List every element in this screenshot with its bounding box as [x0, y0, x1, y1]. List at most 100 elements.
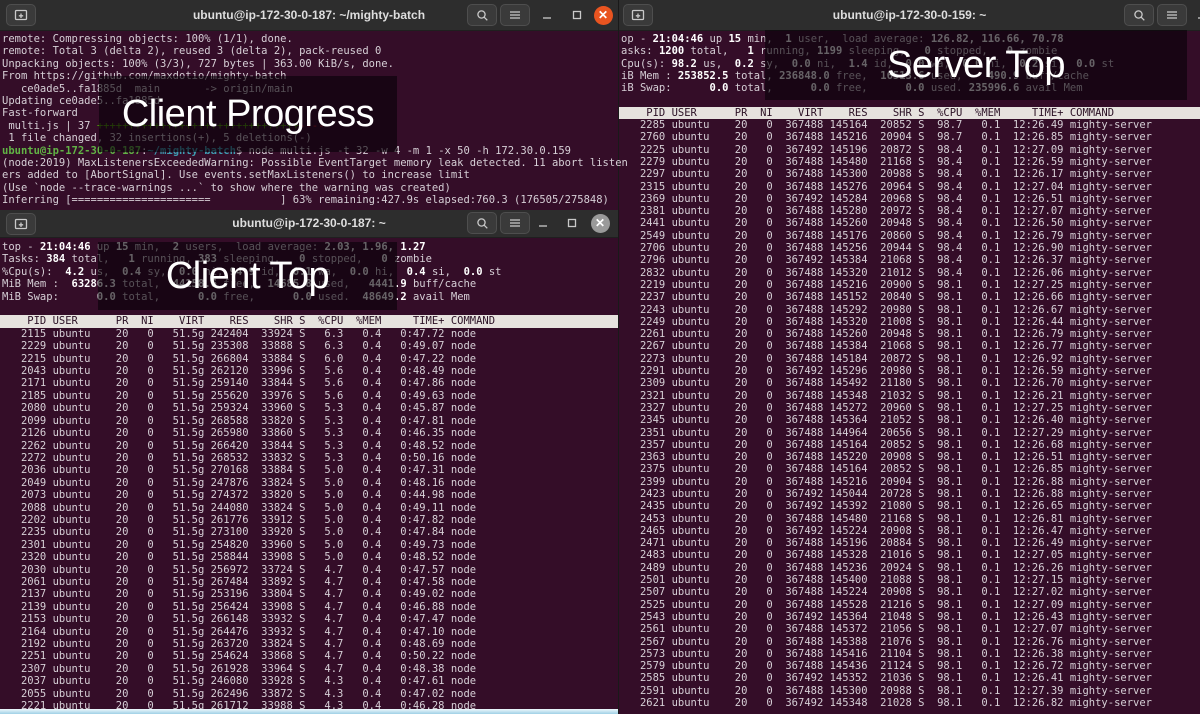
- process-row: 2621 ubuntu 20 0 367492 145348 21028 S 9…: [619, 697, 1200, 709]
- process-row: 2399 ubuntu 20 0 367488 145216 20904 S 9…: [619, 476, 1200, 488]
- process-row: 2249 ubuntu 20 0 367488 145320 21008 S 9…: [619, 316, 1200, 328]
- process-row: 2320 ubuntu 20 0 51.5g 258844 33908 S 5.…: [0, 551, 618, 563]
- maximize-button[interactable]: [565, 4, 589, 26]
- process-row: 2037 ubuntu 20 0 51.5g 246080 33928 S 4.…: [0, 675, 618, 687]
- process-row: 2285 ubuntu 20 0 367488 145164 20852 S 9…: [619, 119, 1200, 131]
- terminal-output-line: ers added to [AbortSignal]. Use events.s…: [0, 169, 618, 181]
- process-row: 2219 ubuntu 20 0 367488 145216 20900 S 9…: [619, 279, 1200, 291]
- maximize-icon: [566, 217, 578, 229]
- maximize-icon: [571, 9, 583, 21]
- search-icon: [1133, 9, 1146, 22]
- process-row: 2489 ubuntu 20 0 367488 145236 20924 S 9…: [619, 562, 1200, 574]
- process-row: 2043 ubuntu 20 0 51.5g 262120 33996 S 5.…: [0, 365, 618, 377]
- process-row: 2261 ubuntu 20 0 367488 145260 20948 S 9…: [619, 328, 1200, 340]
- search-button[interactable]: [467, 4, 497, 26]
- process-row: 2202 ubuntu 20 0 51.5g 261776 33912 S 5.…: [0, 514, 618, 526]
- process-row: 2567 ubuntu 20 0 367488 145388 21076 S 9…: [619, 636, 1200, 648]
- close-icon: ✕: [591, 214, 610, 233]
- hamburger-menu-icon: [1166, 10, 1178, 20]
- process-row: 2501 ubuntu 20 0 367488 145400 21088 S 9…: [619, 574, 1200, 586]
- process-row: 2080 ubuntu 20 0 51.5g 259324 33960 S 5.…: [0, 402, 618, 414]
- process-row: 2192 ubuntu 20 0 51.5g 263720 33824 S 4.…: [0, 638, 618, 650]
- process-row: 2215 ubuntu 20 0 51.5g 266804 33884 S 6.…: [0, 353, 618, 365]
- process-row: 2279 ubuntu 20 0 367488 145480 21168 S 9…: [619, 156, 1200, 168]
- process-row: 2273 ubuntu 20 0 367488 145184 20872 S 9…: [619, 353, 1200, 365]
- process-row: 2235 ubuntu 20 0 51.5g 273100 33920 S 5.…: [0, 526, 618, 538]
- process-row: 2315 ubuntu 20 0 367488 145276 20964 S 9…: [619, 181, 1200, 193]
- server-top-window: ubuntu@ip-172-30-0-159: ~ op - 21:04:46 …: [619, 0, 1200, 714]
- process-row: 2573 ubuntu 20 0 367488 145416 21104 S 9…: [619, 648, 1200, 660]
- search-icon: [476, 9, 489, 22]
- process-row: 2153 ubuntu 20 0 51.5g 266148 33932 S 4.…: [0, 613, 618, 625]
- client-top-label: Client Top: [98, 242, 397, 310]
- maximize-button[interactable]: [560, 212, 584, 234]
- minimize-button[interactable]: [535, 4, 559, 26]
- process-row: 2099 ubuntu 20 0 51.5g 268588 33820 S 5.…: [0, 415, 618, 427]
- terminal-output-line: Inferring [====================== ] 63% …: [0, 194, 618, 206]
- search-button[interactable]: [1124, 4, 1154, 26]
- process-row: 2262 ubuntu 20 0 51.5g 266420 33844 S 5.…: [0, 440, 618, 452]
- client-top-titlebar[interactable]: ubuntu@ip-172-30-0-187: ~: [0, 210, 618, 238]
- process-row: 2543 ubuntu 20 0 367492 145364 21048 S 9…: [619, 611, 1200, 623]
- menu-button[interactable]: [500, 212, 530, 234]
- process-row: 2471 ubuntu 20 0 367488 145196 20884 S 9…: [619, 537, 1200, 549]
- client-progress-titlebar[interactable]: ubuntu@ip-172-30-0-187: ~/mighty-batch: [0, 0, 618, 31]
- client-progress-label: Client Progress: [99, 76, 397, 152]
- process-row: 2301 ubuntu 20 0 51.5g 254820 33960 S 5.…: [0, 539, 618, 551]
- search-icon: [476, 217, 489, 230]
- hamburger-menu-icon: [509, 10, 521, 20]
- server-top-terminal[interactable]: op - 21:04:46 up 15 min, 1 user, load av…: [619, 31, 1200, 709]
- process-row: 2351 ubuntu 20 0 367488 144964 20656 S 9…: [619, 427, 1200, 439]
- menu-button[interactable]: [1157, 4, 1187, 26]
- process-row: 2441 ubuntu 20 0 367488 145260 20948 S 9…: [619, 217, 1200, 229]
- process-row: 2483 ubuntu 20 0 367488 145328 21016 S 9…: [619, 549, 1200, 561]
- process-row: 2465 ubuntu 20 0 367492 145224 20908 S 9…: [619, 525, 1200, 537]
- process-row: 2229 ubuntu 20 0 51.5g 235308 33888 S 6.…: [0, 340, 618, 352]
- process-row: 2164 ubuntu 20 0 51.5g 264476 33932 S 4.…: [0, 626, 618, 638]
- process-row: 2088 ubuntu 20 0 51.5g 244080 33824 S 5.…: [0, 502, 618, 514]
- process-row: 2453 ubuntu 20 0 367488 145480 21168 S 9…: [619, 513, 1200, 525]
- process-row: 2369 ubuntu 20 0 367492 145284 20968 S 9…: [619, 193, 1200, 205]
- process-row: 2381 ubuntu 20 0 367488 145280 20972 S 9…: [619, 205, 1200, 217]
- process-row: 2291 ubuntu 20 0 367492 145296 20980 S 9…: [619, 365, 1200, 377]
- terminal-output-line: (Use `node --trace-warnings ...` to show…: [0, 182, 618, 194]
- process-row: 2061 ubuntu 20 0 51.5g 267484 33892 S 4.…: [0, 576, 618, 588]
- process-row: 2345 ubuntu 20 0 367488 145364 21052 S 9…: [619, 414, 1200, 426]
- terminal-output-line: Unpacking objects: 100% (3/3), 727 bytes…: [0, 58, 618, 70]
- terminal-output-line: (node:2019) MaxListenersExceededWarning:…: [0, 157, 618, 169]
- process-row: 2435 ubuntu 20 0 367492 145392 21080 S 9…: [619, 500, 1200, 512]
- process-row: 2507 ubuntu 20 0 367488 145224 20908 S 9…: [619, 586, 1200, 598]
- process-row: 2272 ubuntu 20 0 51.5g 268532 33832 S 5.…: [0, 452, 618, 464]
- process-row: 2796 ubuntu 20 0 367492 145384 21068 S 9…: [619, 254, 1200, 266]
- menu-button[interactable]: [500, 4, 530, 26]
- process-table-header: PID USER PR NI VIRT RES SHR S %CPU %MEM …: [0, 315, 618, 327]
- minimize-button[interactable]: [531, 212, 555, 234]
- close-button[interactable]: ✕: [591, 4, 615, 26]
- process-row: 2561 ubuntu 20 0 367488 145372 21056 S 9…: [619, 623, 1200, 635]
- process-row: 2251 ubuntu 20 0 51.5g 254624 33868 S 4.…: [0, 650, 618, 662]
- hamburger-menu-icon: [509, 218, 521, 228]
- process-row: 2760 ubuntu 20 0 367488 145216 20904 S 9…: [619, 131, 1200, 143]
- process-row: 2073 ubuntu 20 0 51.5g 274372 33820 S 5.…: [0, 489, 618, 501]
- window-title: ubuntu@ip-172-30-0-159: ~: [619, 0, 1200, 30]
- close-button[interactable]: ✕: [588, 212, 612, 234]
- process-row: 2307 ubuntu 20 0 51.5g 261928 33964 S 4.…: [0, 663, 618, 675]
- process-row: 2423 ubuntu 20 0 367492 145044 20728 S 9…: [619, 488, 1200, 500]
- process-row: 2832 ubuntu 20 0 367488 145320 21012 S 9…: [619, 267, 1200, 279]
- process-row: 2549 ubuntu 20 0 367488 145176 20860 S 9…: [619, 230, 1200, 242]
- process-row: 2115 ubuntu 20 0 51.5g 242404 33924 S 6.…: [0, 328, 618, 340]
- process-row: 2525 ubuntu 20 0 367488 145528 21216 S 9…: [619, 599, 1200, 611]
- search-button[interactable]: [467, 212, 497, 234]
- process-row: 2706 ubuntu 20 0 367488 145256 20944 S 9…: [619, 242, 1200, 254]
- process-row: 2126 ubuntu 20 0 51.5g 265980 33860 S 5.…: [0, 427, 618, 439]
- process-row: 2237 ubuntu 20 0 367488 145152 20840 S 9…: [619, 291, 1200, 303]
- process-row: 2049 ubuntu 20 0 51.5g 247876 33824 S 5.…: [0, 477, 618, 489]
- process-row: 2225 ubuntu 20 0 367492 145196 20872 S 9…: [619, 144, 1200, 156]
- process-row: 2591 ubuntu 20 0 367488 145300 20988 S 9…: [619, 685, 1200, 697]
- minimize-button[interactable]: [1190, 4, 1200, 26]
- minimize-icon: [537, 217, 549, 229]
- server-top-titlebar[interactable]: ubuntu@ip-172-30-0-159: ~: [619, 0, 1200, 31]
- process-row: 2036 ubuntu 20 0 51.5g 270168 33884 S 5.…: [0, 464, 618, 476]
- process-row: 2267 ubuntu 20 0 367488 145384 21068 S 9…: [619, 340, 1200, 352]
- desktop: ubuntu@ip-172-30-0-159: ~ op - 21:04:46 …: [0, 0, 1200, 714]
